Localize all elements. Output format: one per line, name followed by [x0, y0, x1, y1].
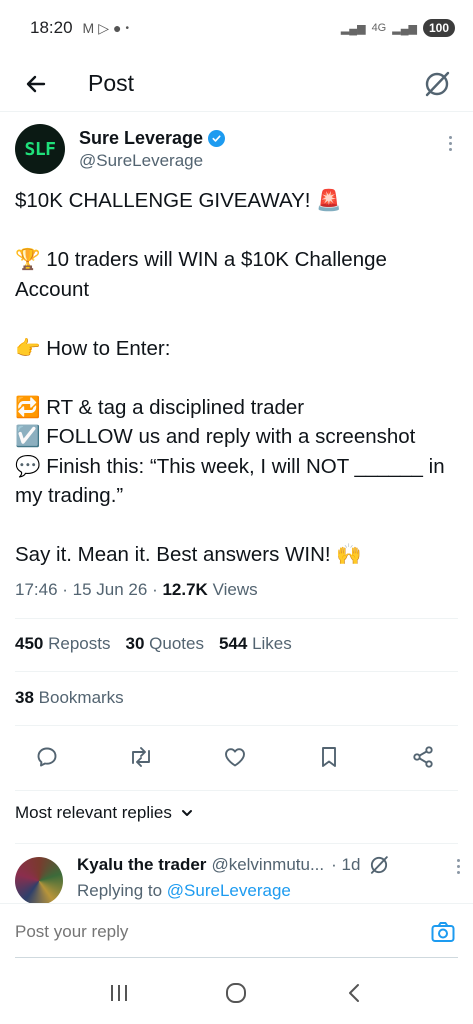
reply-input[interactable] [15, 921, 428, 942]
reposts-count: 450 [15, 634, 44, 653]
likes-count: 544 [218, 634, 248, 653]
recents-icon [110, 985, 127, 1001]
status-time: 18:20 [30, 18, 73, 37]
battery-icon: 100 [422, 19, 455, 37]
share-button[interactable] [406, 740, 440, 774]
dot-icon: • [125, 22, 129, 34]
tweet-line: 💬 Finish this: “This week, I will NOT __… [15, 454, 451, 508]
chevron-down-icon [181, 810, 192, 816]
recents-button[interactable] [101, 975, 137, 1011]
replying-prefix: Replying to [77, 881, 163, 900]
tweet-actions [30, 740, 440, 774]
grok-button[interactable] [417, 64, 457, 104]
back-nav-icon [349, 984, 360, 1002]
back-button[interactable] [16, 64, 56, 104]
views-label: Views [212, 580, 258, 599]
reply-time: · 1d [331, 855, 361, 874]
replying-to: Replying to @SureLeverage [77, 881, 291, 901]
tweet-line: 👉 How to Enter: [15, 336, 171, 360]
replies-sort-dropdown[interactable]: Most relevant replies [15, 803, 194, 823]
reply-item[interactable]: Kyalu the trader @kelvinmutu... · 1d Rep… [15, 855, 460, 905]
reposts-stat[interactable]: 450 Reposts [15, 634, 110, 654]
more-icon[interactable] [440, 136, 460, 180]
display-name[interactable]: Sure Leverage [79, 128, 226, 149]
back-nav-button[interactable] [336, 975, 372, 1011]
tweet-meta: 17:46 · 15 Jun 26 · 12.7K Views [15, 580, 258, 599]
display-name-text: Sure Leverage [79, 128, 204, 148]
author-handle[interactable]: @SureLeverage [79, 151, 225, 171]
share-icon [413, 746, 433, 768]
compose-bar [0, 903, 473, 959]
bookmark-button[interactable] [312, 740, 346, 774]
play-icon: ▷ [98, 19, 109, 36]
top-header: Post [0, 56, 473, 112]
author-names: Sure Leverage @SureLeverage [79, 128, 226, 180]
tweet-author: SLF Sure Leverage @SureLeverage [15, 124, 460, 180]
quotes-count: 30 [125, 634, 145, 653]
quotes-label: Quotes [149, 634, 204, 653]
tweet-line: $10K CHALLENGE GIVEAWAY! 🚨 [15, 189, 342, 212]
reposts-label: Reposts [48, 634, 111, 653]
like-icon [225, 748, 245, 767]
divider [15, 671, 458, 672]
signal-icon: ▂▄▆ [340, 22, 366, 35]
tweet-line: 🔁 RT & tag a disciplined trader [15, 395, 305, 419]
gmail-icon: M [82, 20, 95, 36]
like-button[interactable] [218, 740, 252, 774]
back-arrow-icon [26, 75, 46, 92]
reply-header: Kyalu the trader @kelvinmutu... · 1d [77, 855, 447, 875]
verified-badge-icon [208, 130, 226, 147]
views-count: 12.7K [162, 580, 208, 599]
bookmark-icon [322, 747, 336, 767]
tweet-date[interactable]: 15 Jun 26 [73, 580, 148, 599]
replies-sort-label: Most relevant replies [15, 803, 172, 822]
divider [15, 843, 458, 844]
reply-display-name[interactable]: Kyalu the trader [77, 855, 206, 875]
system-nav-bar [0, 962, 473, 1024]
tweet-text: $10K CHALLENGE GIVEAWAY! 🚨 🏆 10 traders … [15, 186, 460, 570]
chat-icon: ● [113, 20, 122, 36]
reply-button[interactable] [30, 740, 64, 774]
tweet-line: Say it. Mean it. Best answers WIN! 🙌 [15, 543, 362, 566]
compose-underline [15, 957, 458, 958]
avatar[interactable]: SLF [15, 124, 65, 174]
camera-button[interactable] [428, 917, 458, 947]
avatar[interactable] [15, 857, 63, 905]
network-type: 4G [371, 22, 387, 34]
tweet-line: ☑️ FOLLOW us and reply with a screenshot [15, 425, 416, 448]
tweet-time[interactable]: 17:46 [15, 580, 58, 599]
likes-label: Likes [252, 634, 292, 653]
replying-mention[interactable]: @SureLeverage [167, 881, 291, 900]
reply-handle[interactable]: @kelvinmutu... [211, 855, 324, 875]
more-icon[interactable] [457, 859, 460, 874]
bookmarks-label: Bookmarks [38, 688, 124, 707]
home-icon [226, 983, 247, 1003]
repost-button[interactable] [124, 740, 158, 774]
page-title: Post [88, 70, 135, 96]
likes-stat[interactable]: 544 Likes [219, 634, 292, 654]
bookmarks-stat[interactable]: 38 Bookmarks [15, 688, 124, 708]
divider [15, 790, 458, 791]
signal-icon-2: ▂▄▆ [392, 22, 417, 35]
divider [15, 725, 458, 726]
grok-icon[interactable] [369, 855, 389, 875]
notification-icons: M ▷ ● • [83, 20, 129, 37]
reply-icon [37, 747, 57, 767]
repost-icon [132, 747, 150, 767]
home-button[interactable] [218, 975, 254, 1011]
engagement-stats: 450 Reposts 30 Quotes 544 Likes [15, 634, 292, 654]
bookmarks-count: 38 [15, 688, 34, 707]
tweet-line: 🏆 10 traders will WIN a $10K Challenge A… [15, 248, 392, 301]
quotes-stat[interactable]: 30 Quotes [125, 634, 203, 654]
status-right: ▂▄▆ 4G ▂▄▆ 100 [341, 19, 455, 37]
grok-icon [425, 71, 450, 96]
status-bar: 18:20 M ▷ ● • ▂▄▆ 4G ▂▄▆ 100 [0, 0, 473, 56]
camera-icon [431, 921, 455, 942]
divider [15, 618, 458, 619]
